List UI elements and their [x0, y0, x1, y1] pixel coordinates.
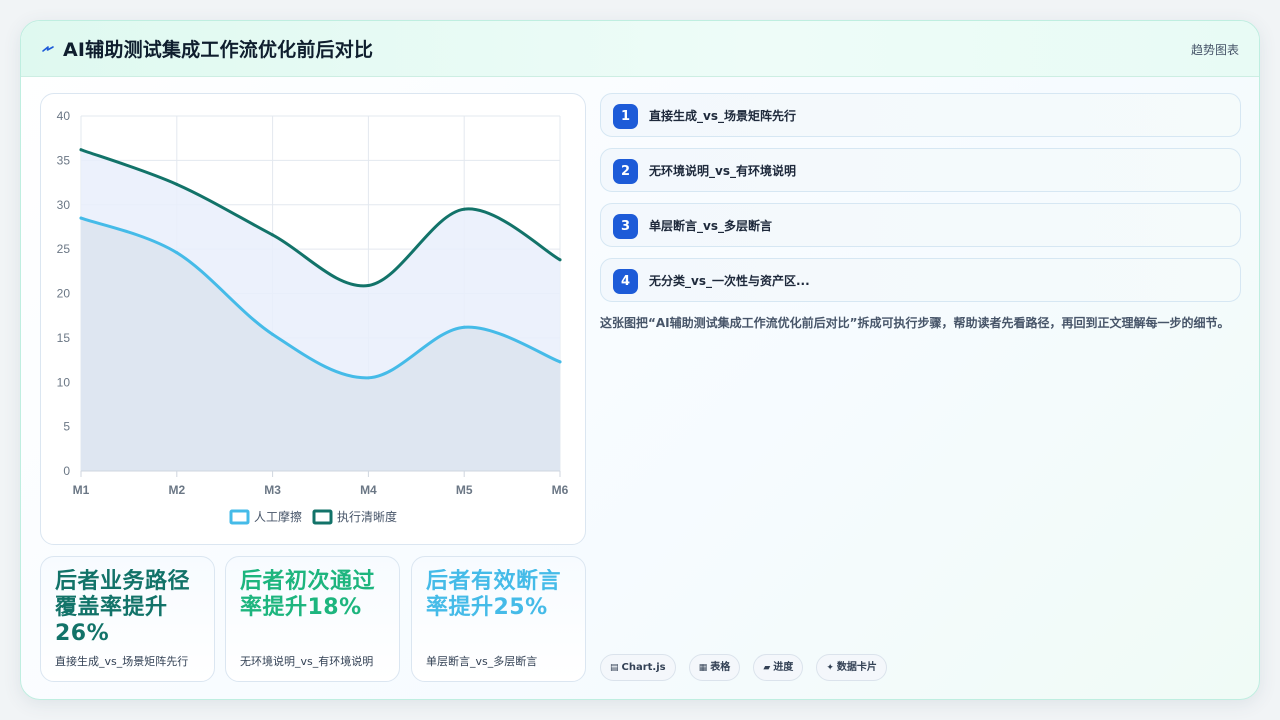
data-point	[271, 233, 275, 237]
stat-card-3: 后者有效断言率提升25% 单层断言_vs_多层断言	[411, 556, 586, 682]
stat-title: 后者业务路径覆盖率提升26%	[55, 569, 191, 646]
main-card: AI辅助测试集成工作流优化前后对比 趋势图表 0 5 10 15 20 25 30 35 40 M…	[20, 20, 1260, 700]
chip-label: 数据卡片	[836, 662, 877, 673]
y-tick-label: 15	[57, 331, 71, 345]
data-point	[558, 258, 562, 262]
stat-title: 后者初次通过率提升18%	[240, 569, 376, 620]
data-point	[366, 376, 370, 380]
steps-list: 1 直接生成_vs_场景矩阵先行 2 无环境说明_vs_有环境说明 3 单层断言…	[600, 93, 1241, 313]
chart-panel: 0 5 10 15 20 25 30 35 40 M1 M2 M3 M4 M5 M6 人工摩擦 执行清晰度	[40, 93, 586, 545]
legend-label: 执行清晰度	[337, 509, 397, 524]
x-tick-label: M4	[360, 483, 377, 497]
stat-card-1: 后者业务路径覆盖率提升26% 直接生成_vs_场景矩阵先行	[40, 556, 215, 682]
step-item-1[interactable]: 1 直接生成_vs_场景矩阵先行	[600, 93, 1241, 137]
data-point	[175, 182, 179, 186]
y-tick-label: 5	[63, 420, 70, 434]
step-label: 单层断言_vs_多层断言	[649, 219, 772, 233]
chip-label: Chart.js	[621, 662, 666, 673]
data-point	[79, 216, 83, 220]
chip-progress[interactable]: ▰ 进度	[753, 654, 804, 681]
chart-type-tag: 趋势图表	[1190, 43, 1239, 57]
stat-subtitle: 单层断言_vs_多层断言	[426, 655, 538, 668]
y-tick-label: 40	[57, 109, 71, 123]
x-tick-label: M5	[456, 483, 473, 497]
data-point	[462, 325, 466, 329]
step-label: 无分类_vs_一次性与资产区...	[649, 274, 810, 288]
x-tick-label: M2	[168, 483, 185, 497]
legend-label: 人工摩擦	[254, 509, 302, 524]
stat-subtitle: 无环境说明_vs_有环境说明	[240, 655, 374, 668]
step-label: 直接生成_vs_场景矩阵先行	[649, 109, 796, 123]
chip-table[interactable]: ▦ 表格	[688, 654, 741, 681]
step-item-3[interactable]: 3 单层断言_vs_多层断言	[600, 203, 1241, 247]
stat-title: 后者有效断言率提升25%	[426, 569, 562, 620]
y-tick-label: 20	[57, 287, 71, 301]
y-tick-label: 30	[57, 198, 71, 212]
chip-data-card[interactable]: ✦ 数据卡片	[816, 654, 887, 681]
step-label: 无环境说明_vs_有环境说明	[649, 164, 796, 178]
header: AI辅助测试集成工作流优化前后对比 趋势图表	[21, 21, 1259, 77]
data-point	[271, 332, 275, 336]
legend-swatch	[312, 509, 333, 525]
data-point	[366, 284, 370, 288]
data-point	[462, 207, 466, 211]
step-number: 1	[613, 104, 638, 129]
area-chart: 0 5 10 15 20 25 30 35 40 M1 M2 M3 M4 M5 M6 人工摩擦 执行清晰度	[57, 109, 569, 525]
x-tick-label: M1	[73, 483, 90, 497]
step-number: 2	[613, 159, 638, 184]
stat-subtitle: 直接生成_vs_场景矩阵先行	[55, 655, 189, 668]
step-number: 3	[613, 214, 638, 239]
y-tick-label: 0	[63, 464, 70, 478]
chip-chartjs[interactable]: ▤ Chart.js	[600, 654, 676, 681]
description-text: 这张图把“AI辅助测试集成工作流优化前后对比”拆成可执行步骤，帮助读者先看路径，…	[600, 316, 1230, 330]
y-tick-label: 10	[57, 375, 71, 389]
sparkle-icon: ✦	[826, 663, 834, 673]
tool-chips: ▤ Chart.js ▦ 表格 ▰ 进度 ✦ 数据卡片	[600, 654, 895, 681]
step-item-2[interactable]: 2 无环境说明_vs_有环境说明	[600, 148, 1241, 192]
step-number: 4	[613, 269, 638, 294]
data-point	[558, 360, 562, 364]
table-icon: ▦	[698, 663, 708, 673]
chart-icon: ▤	[610, 663, 619, 673]
page-title: AI辅助测试集成工作流优化前后对比	[63, 39, 374, 61]
stat-card-2: 后者初次通过率提升18% 无环境说明_vs_有环境说明	[225, 556, 400, 682]
data-point	[175, 251, 179, 255]
x-tick-label: M3	[264, 483, 281, 497]
progress-icon: ▰	[763, 663, 771, 673]
chip-label: 表格	[710, 662, 731, 673]
data-point	[79, 148, 83, 152]
y-tick-label: 35	[57, 153, 71, 167]
legend-swatch	[229, 509, 250, 525]
step-item-4[interactable]: 4 无分类_vs_一次性与资产区...	[600, 258, 1241, 302]
bolt-icon	[42, 46, 54, 52]
y-tick-label: 25	[57, 242, 71, 256]
x-tick-label: M6	[552, 483, 569, 497]
chip-label: 进度	[773, 662, 794, 673]
